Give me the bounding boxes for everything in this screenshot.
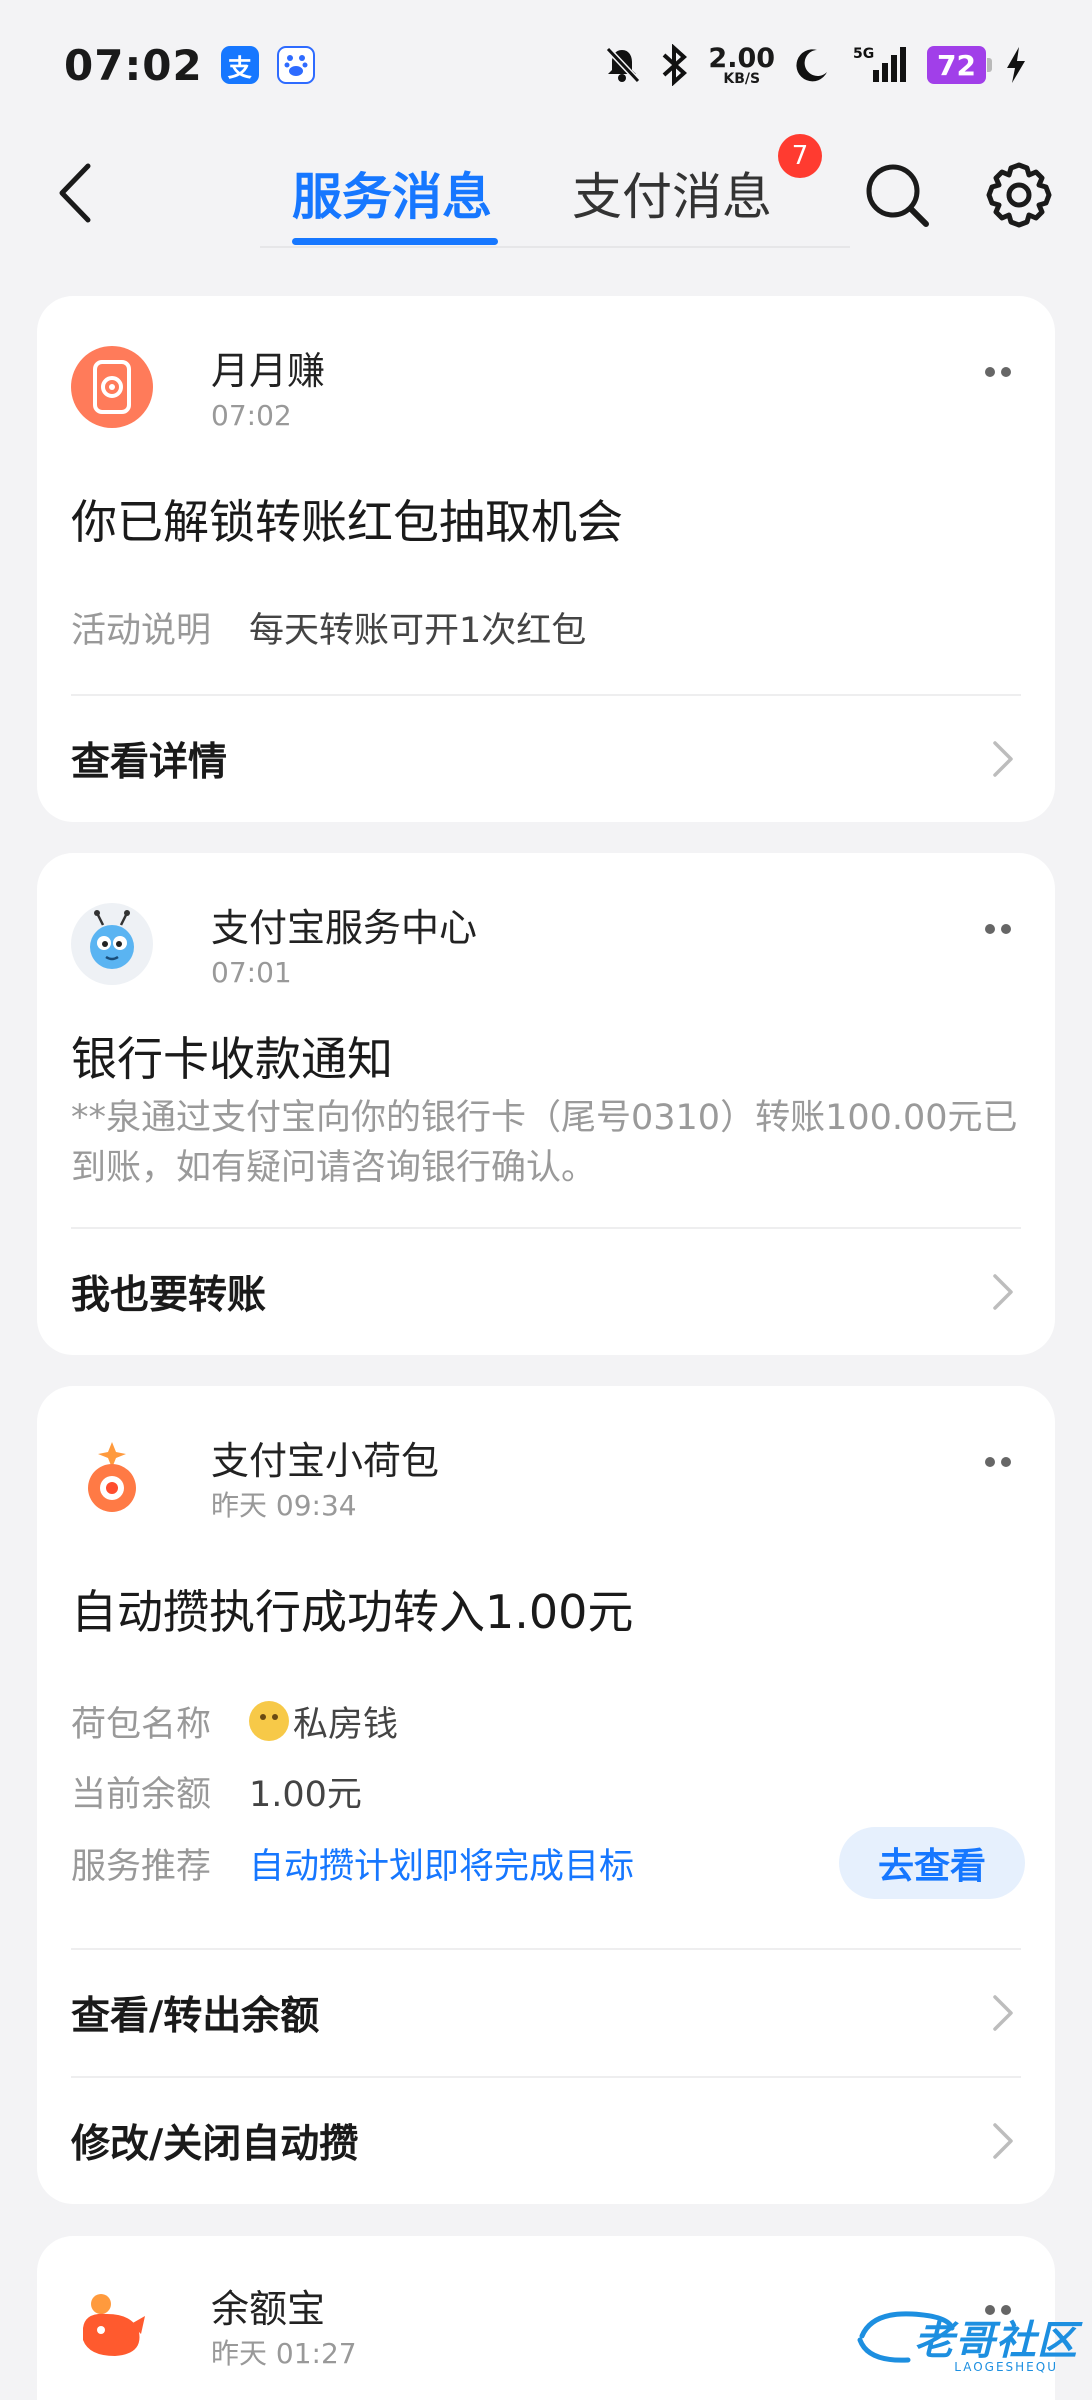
battery-indicator: 72: [927, 46, 992, 84]
network-speed: 2.00 KB/S: [708, 42, 776, 87]
activity-row: 活动说明 每天转账可开1次红包: [71, 602, 586, 652]
active-tab-indicator: [292, 238, 498, 245]
field-label: 荷包名称: [71, 1704, 212, 1745]
transfer-link[interactable]: 我也要转账: [71, 1229, 1021, 1355]
view-balance-link[interactable]: 查看/转出余额: [71, 1950, 1021, 2076]
alipay-app-icon: 支: [220, 46, 259, 84]
message-card[interactable]: 月月赚 07:02 你已解锁转账红包抽取机会 活动说明 每天转账可开1次红包 查…: [37, 296, 1055, 822]
bluetooth-icon: [663, 44, 688, 86]
gear-icon[interactable]: [984, 160, 1054, 230]
view-button[interactable]: 去查看: [839, 1827, 1025, 1899]
message-card[interactable]: 支付宝小荷包 昨天 09:34 自动攒执行成功转入1.00元 荷包名称 私房钱 …: [37, 1386, 1055, 2204]
field-value: 1.00元: [249, 1774, 362, 1815]
mute-icon: [606, 46, 641, 84]
watermark-logo: 老哥社区 LAOGESHEQU: [852, 2300, 1078, 2374]
card-header: 月月赚 07:02: [71, 346, 1021, 436]
message-time: 07:01: [211, 956, 292, 989]
action-label: 我也要转账: [71, 1273, 267, 1318]
baidu-app-icon: [276, 46, 315, 84]
message-title: 银行卡收款通知: [71, 1032, 393, 1086]
yuebao-avatar: [71, 2284, 153, 2366]
yueyuezhuan-avatar: [71, 346, 153, 428]
field-value: 每天转账可开1次红包: [249, 610, 587, 651]
field-label: 服务推荐: [71, 1846, 212, 1887]
shush-emoji-icon: [249, 1701, 289, 1741]
watermark-subtext: LAOGESHEQU: [954, 2360, 1058, 2374]
tab-payment-messages[interactable]: 支付消息: [572, 148, 772, 238]
action-label: 修改/关闭自动攒: [71, 2122, 359, 2167]
sender-name: 月月赚: [211, 349, 326, 393]
charging-icon: [1007, 47, 1025, 83]
chevron-right-icon: [993, 1995, 1013, 2031]
5g-signal-icon: 5G: [853, 46, 907, 82]
card-header: 支付宝服务中心 07:01: [71, 903, 1021, 993]
card-header: 支付宝小荷包 昨天 09:34: [71, 1436, 1021, 1526]
more-icon[interactable]: [973, 1452, 1021, 1472]
header-bar: 服务消息 支付消息 7: [0, 130, 1092, 250]
sender-name: 支付宝服务中心: [211, 906, 478, 950]
alipay-service-avatar: [71, 903, 153, 985]
back-arrow-icon[interactable]: [48, 160, 104, 226]
status-time: 07:02: [64, 40, 203, 90]
sender-name: 余额宝: [211, 2287, 326, 2331]
message-title: 你已解锁转账红包抽取机会: [71, 495, 623, 549]
message-description: **泉通过支付宝向你的银行卡（尾号0310）转账100.00元已到账，如有疑问请…: [71, 1098, 1018, 1188]
moon-icon: [796, 49, 828, 82]
chevron-right-icon: [993, 2123, 1013, 2159]
tab-divider: [260, 246, 850, 248]
field-label: 活动说明: [71, 610, 212, 651]
view-details-link[interactable]: 查看详情: [71, 696, 1021, 822]
message-title: 自动攒执行成功转入1.00元: [71, 1585, 634, 1639]
field-value: 私房钱: [293, 1704, 399, 1745]
tab-service-messages[interactable]: 服务消息: [292, 148, 492, 238]
modify-auto-save-link[interactable]: 修改/关闭自动攒: [71, 2078, 1021, 2204]
field-label: 当前余额: [71, 1774, 212, 1815]
action-label: 查看/转出余额: [71, 1994, 320, 2039]
message-time: 07:02: [211, 399, 292, 432]
sender-name: 支付宝小荷包: [211, 1439, 440, 1483]
more-icon[interactable]: [973, 362, 1021, 382]
message-time: 昨天 09:34: [211, 1489, 357, 1522]
search-icon[interactable]: [862, 160, 932, 230]
status-bar: 07:02 支 2.00 KB/S 5G 72: [0, 0, 1092, 130]
balance-row: 当前余额 1.00元: [71, 1766, 362, 1816]
wallet-name-row: 荷包名称 私房钱: [71, 1696, 398, 1746]
recommendation-row: 服务推荐 自动攒计划即将完成目标: [71, 1838, 634, 1888]
more-icon[interactable]: [973, 919, 1021, 939]
message-time: 昨天 01:27: [211, 2337, 357, 2370]
chevron-right-icon: [993, 741, 1013, 777]
watermark-swirl-icon: [857, 2311, 955, 2363]
action-label: 查看详情: [71, 740, 228, 785]
chevron-right-icon: [993, 1274, 1013, 1310]
svg-text:5G: 5G: [853, 46, 874, 62]
unread-badge: 7: [778, 134, 822, 178]
message-card[interactable]: 支付宝服务中心 07:01 银行卡收款通知 **泉通过支付宝向你的银行卡（尾号0…: [37, 853, 1055, 1355]
recommendation-link[interactable]: 自动攒计划即将完成目标: [249, 1838, 634, 1889]
xiaohebao-avatar: [71, 1436, 153, 1518]
